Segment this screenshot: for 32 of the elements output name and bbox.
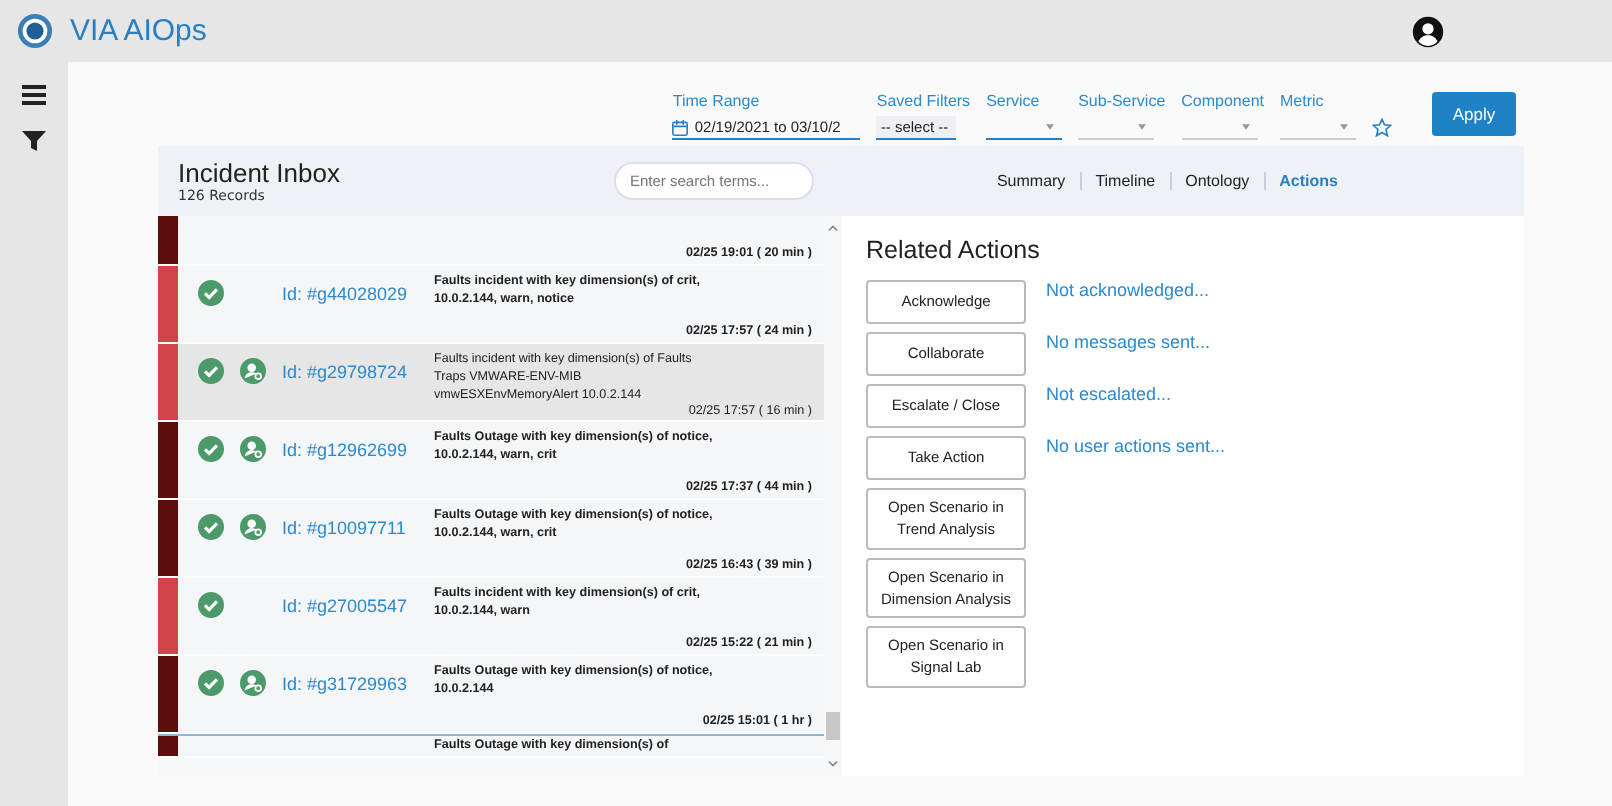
caret-icon bbox=[1340, 124, 1348, 130]
app-title: VIA AIOps bbox=[70, 14, 207, 48]
caret-icon bbox=[1046, 124, 1055, 130]
scroll-up-icon[interactable] bbox=[828, 224, 838, 232]
apply-button[interactable]: Apply bbox=[1432, 91, 1516, 135]
action-status-link[interactable]: Not acknowledged... bbox=[1046, 280, 1210, 300]
caret-icon bbox=[1138, 124, 1147, 130]
action-status-link[interactable]: Not escalated... bbox=[1046, 384, 1172, 404]
tab[interactable]: Timeline bbox=[1079, 172, 1170, 190]
action-status-link[interactable]: No user actions sent... bbox=[1046, 436, 1226, 456]
calendar-icon bbox=[672, 119, 689, 135]
caret-icon bbox=[1241, 124, 1250, 130]
menu-icon[interactable] bbox=[22, 84, 46, 106]
scroll-down-icon[interactable] bbox=[828, 760, 838, 768]
field-label: Service bbox=[986, 92, 1042, 110]
field-label: Metric bbox=[1280, 92, 1326, 110]
field-label: Component bbox=[1181, 92, 1264, 110]
scroll-thumb[interactable] bbox=[826, 712, 840, 740]
incident-id-link[interactable]: Id: #g12962699 bbox=[282, 439, 408, 459]
star-icon[interactable] bbox=[1372, 118, 1392, 138]
field-label: Time Range bbox=[672, 92, 762, 110]
tab[interactable]: Actions bbox=[1263, 172, 1352, 190]
section-title: Related Actions bbox=[866, 236, 1042, 264]
logo-icon bbox=[16, 12, 54, 50]
tab[interactable]: Summary bbox=[982, 172, 1080, 190]
tab[interactable]: Ontology bbox=[1169, 172, 1264, 190]
action-status-link[interactable]: No messages sent... bbox=[1046, 332, 1211, 352]
field-label: Saved Filters bbox=[876, 92, 971, 110]
inbox-title: Incident Inbox bbox=[178, 158, 342, 188]
filter-icon[interactable] bbox=[22, 130, 46, 152]
user-avatar-icon[interactable] bbox=[1412, 15, 1444, 47]
field-label: Sub-Service bbox=[1078, 92, 1166, 110]
